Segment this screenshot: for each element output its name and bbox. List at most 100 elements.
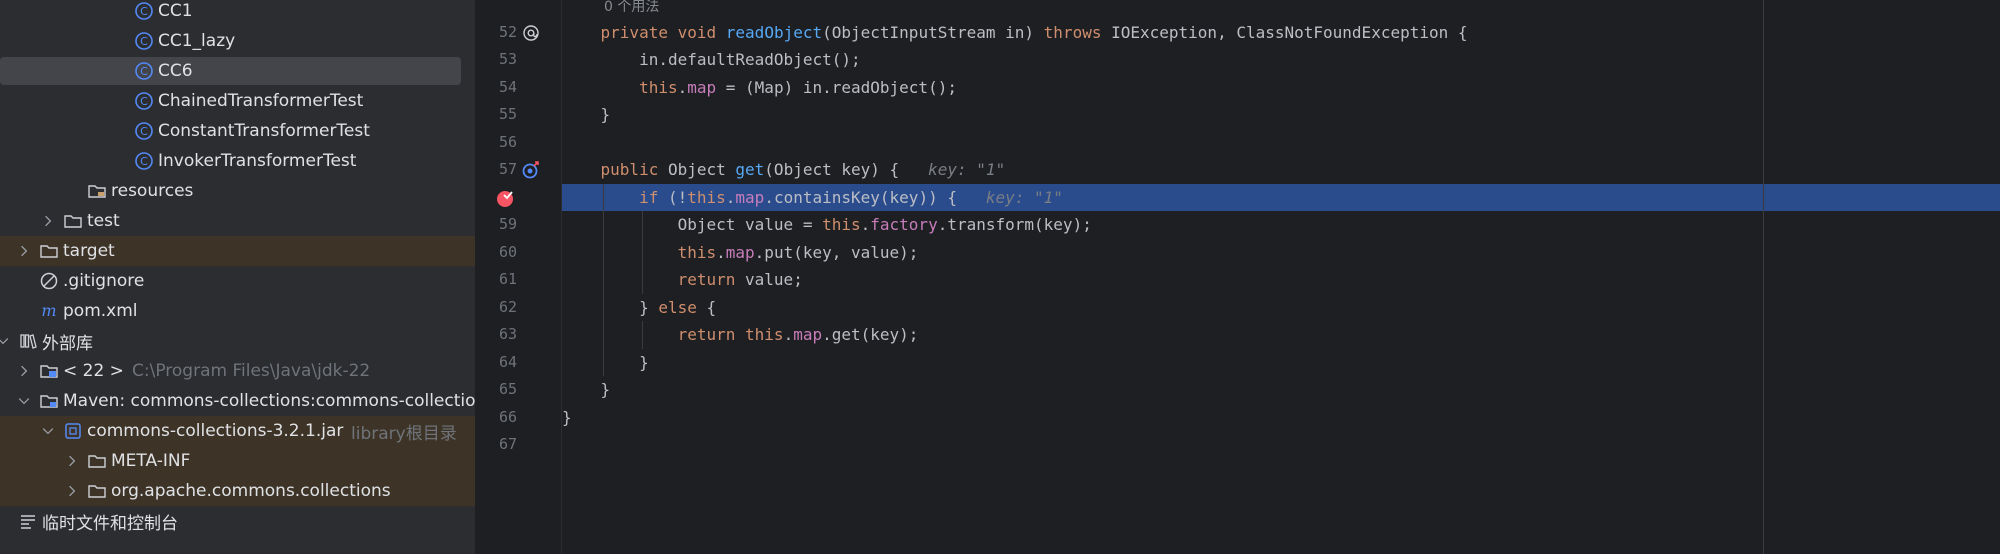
- project-tree-panel: C CC1 C CC1_lazy C CC6 C ChainedTransformerTest…: [0, 0, 475, 554]
- chevron-down-icon[interactable]: [13, 390, 35, 412]
- breakpoint-hit-icon[interactable]: [494, 187, 516, 209]
- code-token: in.defaultReadObject();: [562, 50, 861, 69]
- indent-guide: [642, 321, 643, 349]
- tree-item[interactable]: commons-collections-3.2.1.jar library根目录: [0, 416, 475, 446]
- tree-item-label: pom.xml: [63, 301, 138, 321]
- code-token: (Object key) {: [764, 160, 900, 179]
- usage-hint: 0 个用法: [604, 0, 660, 15]
- tree-item[interactable]: test: [0, 206, 475, 236]
- line-number: 56: [498, 132, 517, 151]
- code-token: {: [696, 297, 717, 317]
- code-token: .transform(key);: [937, 215, 1092, 234]
- tree-item[interactable]: C InvokerTransformerTest: [0, 146, 475, 176]
- code-token: this: [822, 215, 861, 234]
- tree-item[interactable]: org.apache.commons.collections: [0, 476, 475, 506]
- line-number: 54: [498, 77, 517, 96]
- chevron-right-icon[interactable]: [61, 450, 83, 472]
- code-token: return: [677, 270, 736, 289]
- tree-item[interactable]: target: [0, 236, 475, 266]
- chevron-down-icon[interactable]: [37, 420, 59, 442]
- implements-method-icon[interactable]: [520, 22, 542, 44]
- code-line[interactable]: Object value = this.factory.transform(ke…: [562, 211, 2000, 239]
- code-token: }: [562, 352, 649, 372]
- code-line[interactable]: return value;: [562, 266, 2000, 294]
- code-token: readObject: [725, 22, 823, 42]
- code-token: (!: [658, 187, 688, 207]
- tree-item[interactable]: META-INF: [0, 446, 475, 476]
- jdk-icon: [38, 360, 60, 382]
- code-token: throws: [1043, 22, 1102, 42]
- chevron-right-icon[interactable]: [13, 360, 35, 382]
- code-line[interactable]: public Object get(Object key) { key: "1": [562, 156, 2000, 184]
- code-token: }: [562, 380, 611, 399]
- tree-item[interactable]: 临时文件和控制台: [0, 506, 475, 536]
- code-token: Object: [658, 160, 736, 179]
- indent-guide: [603, 183, 604, 376]
- code-token: private: [600, 22, 668, 42]
- method-breakpoint-icon[interactable]: [520, 159, 542, 181]
- tree-item[interactable]: C ConstantTransformerTest: [0, 116, 475, 146]
- chevron-right-icon[interactable]: [13, 240, 35, 262]
- tree-item[interactable]: C CC1_lazy: [0, 26, 475, 56]
- tree-item[interactable]: C CC6: [0, 56, 475, 86]
- right-margin-guide: [1763, 0, 1764, 554]
- tree-item-label: META-INF: [111, 451, 191, 471]
- code-line[interactable]: }: [562, 376, 2000, 404]
- tree-item-hint: library根目录: [351, 423, 457, 444]
- code-line[interactable]: }: [562, 404, 2000, 432]
- code-line[interactable]: return this.map.get(key);: [562, 321, 2000, 349]
- code-line[interactable]: in.defaultReadObject();: [562, 46, 2000, 74]
- java-class-icon: C: [133, 0, 155, 22]
- tree-item[interactable]: resources: [0, 176, 475, 206]
- code-token: }: [562, 297, 659, 317]
- tree-item[interactable]: .gitignore: [0, 266, 475, 296]
- code-line[interactable]: this.map = (Map) in.readObject();: [562, 74, 2000, 102]
- line-number: 67: [498, 435, 517, 453]
- tree-item[interactable]: 外部库: [0, 326, 475, 356]
- code-line[interactable]: this.map.put(key, value);: [562, 239, 2000, 267]
- tree-item[interactable]: Maven: commons-collections:commons-colle…: [0, 386, 475, 416]
- code-line[interactable]: [562, 129, 2000, 157]
- tree-item-label: commons-collections-3.2.1.jar: [87, 421, 344, 441]
- code-token: .get(key);: [822, 325, 919, 344]
- folder-icon: [86, 450, 108, 472]
- chevron-down-icon[interactable]: [0, 330, 14, 352]
- svg-text:C: C: [140, 5, 148, 18]
- code-line[interactable]: if (!this.map.containsKey(key)) { key: "…: [562, 183, 2000, 211]
- folder-icon: [62, 210, 84, 232]
- code-token: else: [658, 297, 697, 317]
- code-token: .: [716, 242, 726, 262]
- tree-item-label: resources: [111, 181, 194, 201]
- code-line[interactable]: }: [562, 349, 2000, 377]
- tree-item[interactable]: C CC1: [0, 0, 475, 26]
- chevron-right-icon[interactable]: [37, 210, 59, 232]
- tree-item-label: ConstantTransformerTest: [158, 121, 370, 141]
- code-token: this: [639, 77, 678, 97]
- code-token: .: [725, 187, 736, 207]
- java-class-icon: C: [133, 60, 155, 82]
- code-token: this: [745, 325, 784, 344]
- line-number: 61: [498, 270, 517, 288]
- code-line[interactable]: private void readObject(ObjectInputStrea…: [562, 19, 2000, 47]
- code-line[interactable]: } else {: [562, 294, 2000, 322]
- tree-item[interactable]: < 22 > C:\Program Files\Java\jdk-22: [0, 356, 475, 386]
- svg-text:C: C: [140, 65, 148, 78]
- inline-value-hint: key: "1": [899, 160, 1006, 179]
- code-line[interactable]: }: [562, 101, 2000, 129]
- line-number: 52: [498, 22, 517, 41]
- code-line[interactable]: [562, 431, 2000, 459]
- scratches-icon: [17, 510, 39, 532]
- tree-item[interactable]: m pom.xml: [0, 296, 475, 326]
- code-token: .: [783, 325, 794, 344]
- code-token: map: [735, 187, 765, 207]
- tree-item[interactable]: C ChainedTransformerTest: [0, 86, 475, 116]
- svg-text:C: C: [140, 155, 148, 168]
- line-number: 57: [498, 160, 517, 178]
- chevron-right-icon[interactable]: [61, 480, 83, 502]
- code-editor[interactable]: 0 个用法 private void readObject(ObjectInpu…: [562, 0, 2000, 554]
